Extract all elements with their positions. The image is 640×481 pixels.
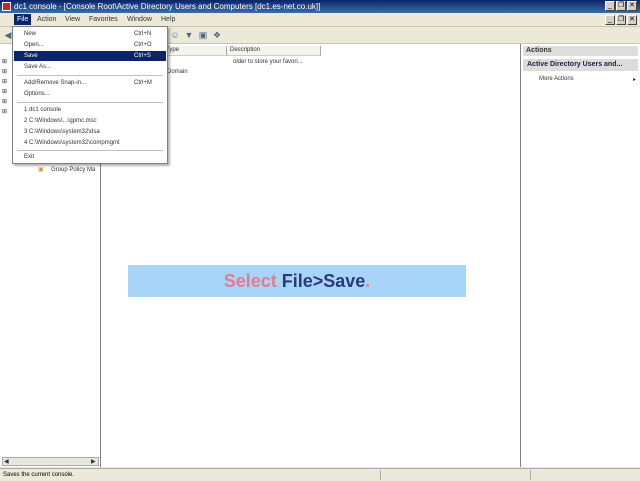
menu-view[interactable]: View [62, 14, 83, 25]
menu-action[interactable]: Action [34, 14, 59, 25]
menu-item-shortcut: Ctrl+S [134, 53, 151, 59]
actions-section[interactable]: Active Directory Users and... [523, 59, 638, 71]
mdi-restore-button[interactable]: ❐ [616, 15, 626, 25]
menu-item-label: Exit [24, 154, 35, 160]
menu-item-add-remove-snapin[interactable]: Add/Remove Snap-in... Ctrl+M [14, 78, 166, 88]
folder-icon: ▣ [38, 167, 44, 173]
minimize-button[interactable]: _ [605, 1, 615, 11]
filter-icon[interactable]: ▼ [184, 30, 194, 40]
menu-item-open[interactable]: Open... Ctrl+O [14, 40, 166, 50]
callout-period: . [365, 271, 371, 291]
title-bar: dc1 console - [Console Root\Active Direc… [0, 0, 640, 13]
status-divider [530, 470, 531, 480]
menu-item-label: 3 C:\Windows\system32\dsa [24, 129, 100, 135]
menu-separator [17, 150, 163, 151]
menu-separator [17, 75, 163, 76]
actions-pane: Actions Active Directory Users and... Mo… [521, 44, 640, 467]
menu-item-label: Save [24, 53, 38, 59]
chevron-right-icon: ▸ [632, 77, 636, 83]
menu-separator [17, 102, 163, 103]
row-description: older to store your favori... [233, 59, 303, 65]
menu-window[interactable]: Window [124, 14, 155, 25]
status-divider [380, 470, 381, 480]
menu-item-recent-1[interactable]: 1 dc1 console [14, 105, 166, 115]
column-header-description[interactable]: Description [227, 46, 321, 56]
menu-item-label: Open... [24, 42, 44, 48]
scroll-left-icon[interactable]: ◀ [4, 458, 9, 465]
tree-expander[interactable]: ⊞ [2, 98, 7, 105]
menu-item-save[interactable]: Save Ctrl+S [14, 51, 166, 61]
app-icon [2, 2, 11, 11]
actions-header: Actions [523, 46, 638, 56]
menu-help[interactable]: Help [158, 14, 178, 25]
menu-item-save-as[interactable]: Save As... [14, 62, 166, 72]
menu-item-exit[interactable]: Exit [14, 152, 166, 162]
tree-expander[interactable]: ⊞ [2, 68, 7, 75]
restore-button[interactable]: ❐ [616, 1, 626, 11]
window-title: dc1 console - [Console Root\Active Direc… [14, 2, 321, 11]
menu-bar: File Action View Favorites Window Help _… [0, 13, 640, 27]
close-button[interactable]: ✕ [627, 1, 637, 11]
menu-item-label: 2 C:\Windows\...\gpmc.msc [24, 118, 97, 124]
menu-item-label: Add/Remove Snap-in... [24, 80, 87, 86]
add-to-group-icon[interactable]: ❖ [212, 30, 222, 40]
callout-word-select: Select [223, 271, 282, 291]
file-menu-dropdown: New Ctrl+N Open... Ctrl+O Save Ctrl+S Save … [12, 26, 168, 164]
menu-item-recent-2[interactable]: 2 C:\Windows\...\gpmc.msc [14, 116, 166, 126]
status-bar: Saves the current console. [0, 468, 640, 481]
mdi-minimize-button[interactable]: _ [605, 15, 615, 25]
more-actions-link[interactable]: More Actions [539, 76, 574, 82]
menu-item-recent-4[interactable]: 4 C:\Windows\system32\compmgmt [14, 138, 166, 148]
menu-item-label: Save As... [24, 64, 52, 70]
tree-expander[interactable]: ⊞ [2, 88, 7, 95]
menu-item-shortcut: Ctrl+O [134, 42, 152, 48]
callout-word-file-save: File>Save [281, 271, 366, 291]
new-object-icon[interactable]: ▣ [198, 30, 208, 40]
tree-horizontal-scrollbar[interactable]: ◀ ▶ [2, 457, 99, 466]
menu-item-recent-3[interactable]: 3 C:\Windows\system32\dsa [14, 127, 166, 137]
menu-favorites[interactable]: Favorites [86, 14, 121, 25]
menu-item-shortcut: Ctrl+N [134, 31, 152, 37]
mdi-close-button[interactable]: ✕ [627, 15, 637, 25]
instruction-callout: Select File>Save. [128, 265, 466, 297]
users-icon[interactable]: ☺ [170, 30, 180, 40]
menu-item-shortcut: Ctrl+M [134, 80, 152, 86]
menu-item-label: Options... [24, 91, 50, 97]
status-text: Saves the current console. [3, 472, 75, 478]
menu-item-label: 4 C:\Windows\system32\compmgmt [24, 140, 120, 146]
menu-item-new[interactable]: New Ctrl+N [14, 29, 166, 39]
tree-item-group-policy[interactable]: Group Policy Ma [51, 167, 95, 173]
menu-file[interactable]: File [14, 14, 32, 25]
tree-expander[interactable]: ⊞ [2, 58, 7, 65]
column-header-type[interactable]: Type [163, 46, 227, 56]
menu-item-label: 1 dc1 console [24, 107, 62, 113]
menu-item-options[interactable]: Options... [14, 89, 166, 99]
scroll-right-icon[interactable]: ▶ [91, 458, 96, 465]
row-type: Domain [167, 69, 188, 75]
tree-expander[interactable]: ⊞ [2, 108, 7, 115]
menu-item-label: New [24, 31, 37, 37]
tree-expander[interactable]: ⊞ [2, 78, 7, 85]
